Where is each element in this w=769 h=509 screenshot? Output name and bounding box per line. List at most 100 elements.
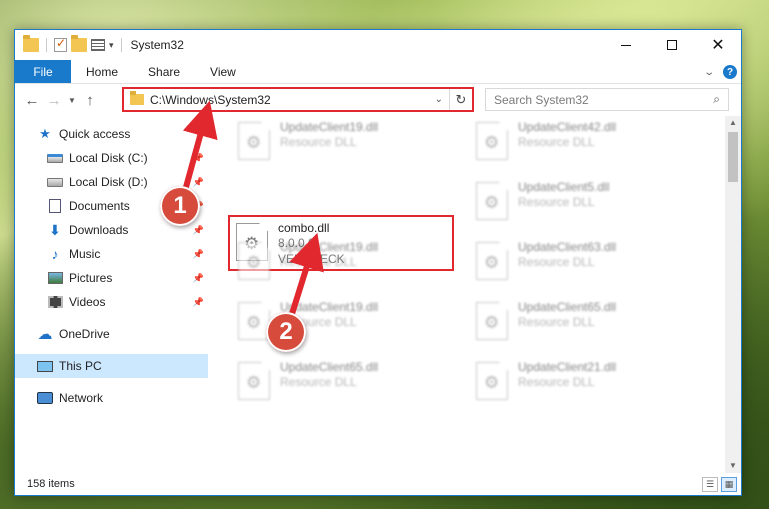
search-input[interactable]: Search System32 ⌕ [485,88,729,111]
file-item[interactable]: UpdateClient65.dll Resource DLL [232,356,452,412]
drive-d-icon [47,175,63,189]
vertical-scrollbar[interactable]: ▲ ▼ [725,116,741,473]
back-arrow-icon[interactable]: ← [21,92,43,109]
sidebar-item-label: Local Disk (D:) [69,175,148,189]
file-type: Resource DLL [518,195,595,209]
pin-icon[interactable]: 📌 [193,297,204,308]
scrollbar-thumb[interactable] [728,132,738,182]
address-path-area[interactable]: C:\Windows\System32 ⌄ [124,89,450,110]
step-1-badge: 1 [160,186,200,226]
file-type: Resource DLL [280,255,357,269]
file-explorer-window: ▾ System32 ✕ File Home Share View ⌄ ? ← … [14,29,742,496]
sidebar-item-label: OneDrive [59,327,110,341]
close-button[interactable]: ✕ [695,30,741,60]
search-icon[interactable]: ⌕ [713,92,720,107]
pin-icon[interactable]: 📌 [193,225,204,236]
network-icon [37,391,53,405]
refresh-icon[interactable]: ↻ [450,92,472,108]
file-type: Resource DLL [280,375,357,389]
tab-share[interactable]: Share [133,60,195,83]
file-item[interactable]: UpdateClient19.dll Resource DLL [232,236,452,292]
recent-locations-dropdown-icon[interactable]: ▼ [65,96,79,105]
ribbon-tabs: File Home Share View ⌄ ? [15,60,741,84]
quick-access-toolbar: ▾ [15,30,125,60]
sidebar-item-label: Network [59,391,104,405]
pictures-icon [47,271,63,285]
properties-check-icon[interactable] [54,36,67,52]
ribbon-right-controls: ⌄ ? [703,60,737,84]
expand-ribbon-chevron-icon[interactable]: ⌄ [703,67,715,78]
tab-home[interactable]: Home [71,60,133,83]
sidebar-item-label: Documents [69,199,130,213]
customize-toolbar-dropdown-icon[interactable]: ▾ [109,40,114,51]
sidebar-item-this-pc[interactable]: This PC [15,354,208,378]
dll-file-icon [238,362,270,400]
file-name: UpdateClient65.dll [518,300,617,314]
dll-file-icon [476,242,508,280]
downloads-icon: ⬇ [49,221,61,238]
new-folder-icon[interactable] [71,35,87,52]
sidebar-item-pictures[interactable]: Pictures 📌 [15,266,208,290]
file-name: combo.dll [278,221,330,235]
file-name: UpdateClient19.dll [280,120,379,134]
scroll-up-icon[interactable]: ▲ [725,116,741,130]
sidebar-item-local-disk-c[interactable]: Local Disk (C:) 📌 [15,146,208,170]
file-type: Resource DLL [518,375,595,389]
cloud-icon: ☁ [37,326,53,343]
videos-icon [47,295,63,309]
sidebar-item-quick-access[interactable]: ★ Quick access [15,122,208,146]
sidebar-item-music[interactable]: ♪ Music 📌 [15,242,208,266]
details-view-icon[interactable]: ☰ [702,477,718,492]
address-path-text[interactable]: C:\Windows\System32 [150,93,435,107]
sidebar-item-videos[interactable]: Videos 📌 [15,290,208,314]
large-icons-view-icon[interactable]: ▦ [721,477,737,492]
file-name: UpdateClient19.dll [280,300,379,314]
tab-file[interactable]: File [15,60,71,83]
tab-view[interactable]: View [195,60,251,83]
file-item[interactable]: UpdateClient65.dll Resource DLL [470,296,690,352]
file-item[interactable]: UpdateClient63.dll Resource DLL [470,236,690,292]
file-item[interactable]: UpdateClient19.dll Resource DLL [232,296,452,352]
file-type: Resource DLL [280,135,357,149]
drive-c-icon [47,151,63,165]
rename-icon[interactable] [91,39,105,51]
status-bar: 158 items ☰ ▦ [15,473,741,495]
sidebar-item-label: Quick access [59,127,131,141]
file-type: Resource DLL [518,135,595,149]
maximize-button[interactable] [649,30,695,60]
pin-icon[interactable]: 📌 [193,273,204,284]
dll-file-icon [476,362,508,400]
window-title: System32 [130,38,184,52]
scroll-down-icon[interactable]: ▼ [725,459,741,473]
sidebar-item-network[interactable]: Network [15,386,208,410]
view-toggle-group: ☰ ▦ [702,477,737,492]
address-bar[interactable]: C:\Windows\System32 ⌄ ↻ [122,87,474,112]
navigation-bar: ← → ▼ ↑ C:\Windows\System32 ⌄ ↻ Search S… [15,84,741,116]
window-controls: ✕ [603,30,741,60]
sidebar-item-onedrive[interactable]: ☁ OneDrive [15,322,208,346]
file-name: UpdateClient21.dll [518,360,617,374]
up-arrow-icon[interactable]: ↑ [79,92,101,109]
dll-file-icon [238,122,270,160]
toolbar-divider [46,38,47,52]
file-name: UpdateClient5.dll [518,180,610,194]
main-area: ★ Quick access Local Disk (C:) 📌 Local D… [15,116,741,473]
file-item[interactable]: UpdateClient42.dll Resource DLL [470,116,690,172]
forward-arrow-icon[interactable]: → [43,92,65,109]
file-type: Resource DLL [518,255,595,269]
file-item[interactable]: UpdateClient21.dll Resource DLL [470,356,690,412]
minimize-button[interactable] [603,30,649,60]
folder-icon [23,35,39,52]
pin-icon[interactable]: 📌 [193,249,204,260]
help-icon[interactable]: ? [723,65,737,79]
address-history-dropdown-icon[interactable]: ⌄ [435,94,443,105]
dll-file-icon [476,302,508,340]
file-item[interactable]: UpdateClient19.dll Resource DLL [232,116,452,172]
pin-icon[interactable]: 📌 [193,153,204,164]
maximize-icon [667,40,677,50]
dll-file-icon [238,242,270,280]
pin-icon[interactable]: 📌 [193,177,204,188]
search-placeholder[interactable]: Search System32 [494,93,713,107]
file-item[interactable]: UpdateClient5.dll Resource DLL [470,176,690,232]
sidebar-item-label: Pictures [69,271,113,285]
